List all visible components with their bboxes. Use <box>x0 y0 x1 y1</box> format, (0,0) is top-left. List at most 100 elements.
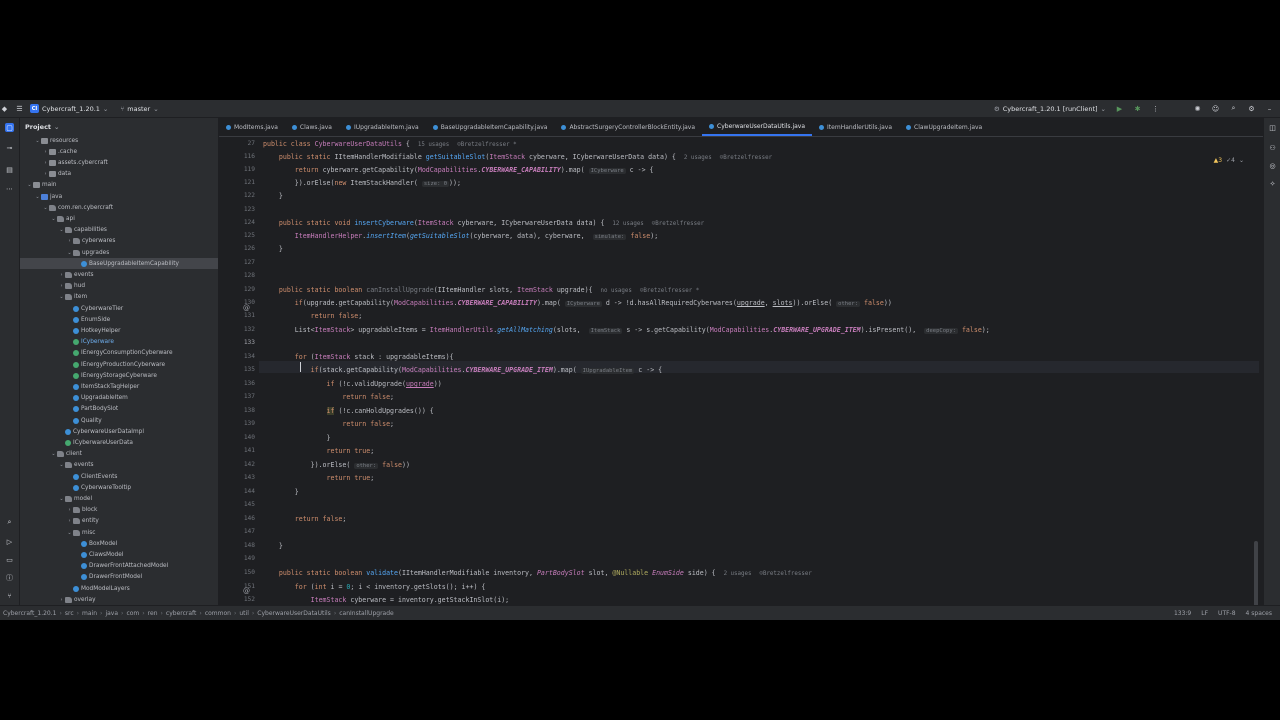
tree-item[interactable]: ClientEvents <box>20 471 218 482</box>
chevron-down-icon[interactable]: ⌄ <box>58 294 65 300</box>
commit-icon[interactable]: ⊸ <box>5 143 14 152</box>
tree-item[interactable]: BaseUpgradableItemCapability <box>20 258 218 270</box>
ai-chat-icon[interactable]: ✧ <box>1268 179 1277 188</box>
line-separator[interactable]: LF <box>1201 610 1208 617</box>
debug-icon[interactable]: ✱ <box>1133 104 1142 113</box>
tree-item[interactable]: ⌄ events <box>20 460 218 471</box>
tree-item[interactable]: DrawerFrontAttachedModel <box>20 561 218 572</box>
chevron-right-icon[interactable]: › <box>66 507 73 513</box>
tree-item[interactable]: ⌄ java <box>20 191 218 202</box>
project-selector[interactable]: CI Cybercraft_1.20.1 ⌄ <box>30 104 108 113</box>
tree-item[interactable]: ⌄ model <box>20 493 218 504</box>
ai-assistant-icon[interactable]: ✺ <box>1193 104 1202 113</box>
minimize-icon[interactable]: – <box>1265 104 1274 113</box>
terminal-icon[interactable]: ▭ <box>5 555 14 564</box>
editor-tab[interactable]: ItemHandlerUtils.java <box>812 119 899 136</box>
breadcrumb-item[interactable]: com <box>126 610 139 617</box>
editor-tab[interactable]: ModItems.java <box>219 119 285 136</box>
tree-item[interactable]: › .cache <box>20 146 218 157</box>
tree-item[interactable]: › cyberwares <box>20 236 218 247</box>
problems-icon[interactable]: ⓘ <box>5 573 14 582</box>
chevron-right-icon[interactable]: › <box>42 160 49 166</box>
tree-item[interactable]: ⌄ main <box>20 180 218 191</box>
breadcrumb-item[interactable]: src <box>65 610 74 617</box>
line-gutter[interactable]: 27 116 119 121 122 123 124 125 126 127 128 129 130 13… <box>219 137 259 612</box>
indent-setting[interactable]: 4 spaces <box>1246 610 1272 617</box>
tree-item[interactable]: HotkeyHelper <box>20 325 218 336</box>
tree-item[interactable]: UpgradableItem <box>20 393 218 404</box>
breadcrumb-item[interactable]: util <box>239 610 249 617</box>
branch-selector[interactable]: ⑂ master ⌄ <box>120 105 158 113</box>
chevron-down-icon[interactable]: ⌄ <box>66 530 73 536</box>
tree-item[interactable]: ItemStackTagHelper <box>20 381 218 392</box>
breadcrumb-item[interactable]: cybercraft <box>166 610 197 617</box>
chevron-down-icon[interactable]: ⌄ <box>34 194 41 200</box>
tree-item[interactable]: ⌄ misc <box>20 527 218 538</box>
tree-item[interactable]: › assets.cybercraft <box>20 157 218 168</box>
settings-icon[interactable]: ⚙ <box>1247 104 1256 113</box>
chevron-right-icon[interactable]: › <box>66 238 73 244</box>
chevron-down-icon[interactable]: ⌄ <box>50 216 57 222</box>
editor-tab[interactable]: CyberwareUserDataUtils.java <box>702 119 813 136</box>
tree-item[interactable]: PartBodySlot <box>20 404 218 415</box>
project-panel-header[interactable]: Project ⌄ <box>20 118 218 135</box>
run-config-selector[interactable]: ⚙ Cybercraft_1.20.1 [runClient] ⌄ <box>994 105 1106 113</box>
file-encoding[interactable]: UTF-8 <box>1218 610 1236 617</box>
tree-item[interactable]: ⌄ resources <box>20 135 218 146</box>
tree-item[interactable]: ICyberwareUserData <box>20 437 218 448</box>
breadcrumb-item[interactable]: ren <box>148 610 158 617</box>
search-icon[interactable]: ⌕ <box>1229 104 1238 113</box>
chevron-down-icon[interactable]: ⌄ <box>50 451 57 457</box>
breadcrumb-item[interactable]: Cybercraft_1.20.1 <box>3 610 56 617</box>
chevron-down-icon[interactable]: ⌄ <box>66 250 73 256</box>
tree-item[interactable]: ⌄ item <box>20 292 218 303</box>
chevron-down-icon[interactable]: ⌄ <box>58 227 65 233</box>
tree-item[interactable]: Quality <box>20 415 218 426</box>
tree-item[interactable]: CyberwareTooltip <box>20 482 218 493</box>
tree-item[interactable]: ClawsModel <box>20 549 218 560</box>
breadcrumb-item[interactable]: CyberwareUserDataUtils <box>257 610 331 617</box>
tree-item[interactable]: IEnergyProductionCyberware <box>20 359 218 370</box>
tree-item[interactable]: › data <box>20 169 218 180</box>
chevron-down-icon[interactable]: ⌄ <box>58 462 65 468</box>
chevron-down-icon[interactable]: ⌄ <box>34 138 41 144</box>
tree-item[interactable]: › events <box>20 269 218 280</box>
chevron-down-icon[interactable]: ⌄ <box>26 182 33 188</box>
tree-item[interactable]: ⌄ api <box>20 213 218 224</box>
run-tool-icon[interactable]: ▷ <box>5 537 14 546</box>
find-icon[interactable]: ⌕ <box>5 518 14 527</box>
breadcrumb-item[interactable]: common <box>205 610 231 617</box>
chevron-right-icon[interactable]: › <box>58 283 65 289</box>
tree-item[interactable]: ⌄ client <box>20 449 218 460</box>
tree-item[interactable]: EnumSide <box>20 314 218 325</box>
chevron-down-icon[interactable]: ⌄ <box>58 496 65 502</box>
tree-item[interactable]: CyberwareTier <box>20 303 218 314</box>
tree-item[interactable]: IEnergyStorageCyberware <box>20 370 218 381</box>
tree-item[interactable]: ⌄ upgrades <box>20 247 218 258</box>
editor-tab[interactable]: BaseUpgradableItemCapability.java <box>426 119 555 136</box>
database-icon[interactable]: ◎ <box>1268 161 1277 170</box>
tree-item[interactable]: ModModelLayers <box>20 583 218 594</box>
tree-item[interactable]: ⌄ com.ren.cybercraft <box>20 202 218 213</box>
tree-item[interactable]: ICyberware <box>20 337 218 348</box>
override-marker-icon[interactable]: @ <box>243 587 251 595</box>
chevron-right-icon[interactable]: › <box>58 272 65 278</box>
tree-item[interactable]: IEnergyConsumptionCyberware <box>20 348 218 359</box>
code-area[interactable]: public class CyberwareUserDataUtils { 15… <box>263 137 1263 612</box>
project-folder-icon[interactable]: ▢ <box>5 123 14 132</box>
tree-item[interactable]: CyberwareUserDataImpl <box>20 426 218 437</box>
more-tools-icon[interactable]: ⋯ <box>5 184 14 193</box>
git-icon[interactable]: ⑂ <box>5 591 14 600</box>
account-icon[interactable]: ☺ <box>1211 104 1220 113</box>
run-icon[interactable]: ▶ <box>1115 104 1124 113</box>
editor-tab[interactable]: ClawUpgradeItem.java <box>899 119 989 136</box>
breadcrumb-item[interactable]: java <box>105 610 118 617</box>
tree-item[interactable]: BoxModel <box>20 538 218 549</box>
tree-item[interactable]: › block <box>20 505 218 516</box>
editor-tab[interactable]: AbstractSurgeryControllerBlockEntity.jav… <box>554 119 702 136</box>
tree-item[interactable]: › entity <box>20 516 218 527</box>
notifications-icon[interactable]: ◫ <box>1268 123 1277 132</box>
more-icon[interactable]: ⋮ <box>1151 104 1160 113</box>
breadcrumb-item[interactable]: canInstallUpgrade <box>339 610 394 617</box>
main-menu-icon[interactable]: ☰ <box>15 104 24 113</box>
